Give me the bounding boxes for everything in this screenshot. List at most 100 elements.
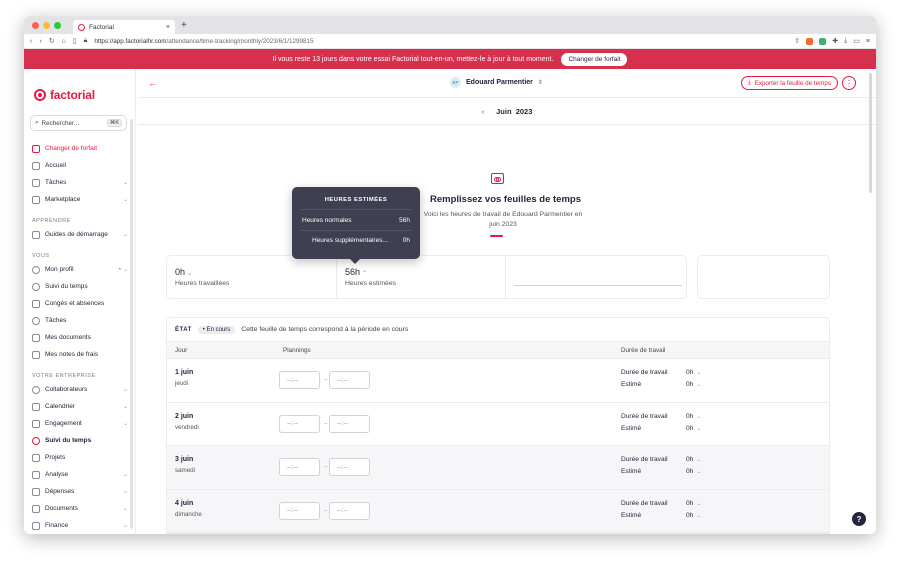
chevron-down-icon: ⌄	[696, 382, 701, 388]
lock-icon: 🔒︎	[83, 37, 88, 44]
chart-icon	[32, 470, 40, 479]
switch-chevrons-icon: ⇕	[537, 80, 543, 86]
end-time-input[interactable]: --:--	[329, 501, 370, 520]
stat-worked-hours[interactable]: 0h ⌄ Heures travaillées	[167, 256, 336, 298]
duration-value[interactable]: 0h ⌄	[686, 413, 701, 420]
sidebar-item-employees[interactable]: Collaborateurs ⌄	[24, 381, 135, 398]
sidebar-scrollbar[interactable]	[130, 119, 133, 529]
forward-icon[interactable]: ›	[39, 38, 41, 45]
change-plan-button[interactable]: Changer de forfait	[561, 52, 628, 66]
sidebar-item-finance[interactable]: Finance ⌄	[24, 517, 135, 534]
tab-bar: Factorial × +	[24, 16, 876, 34]
sidebar-item-my-profile[interactable]: Mon profil ◔ ⌄	[24, 261, 135, 278]
chevron-down-icon: ⌄	[122, 421, 128, 427]
start-time-input[interactable]: --:--	[279, 458, 320, 476]
duration-value[interactable]: 0h ⌄	[686, 456, 701, 463]
stat-value: 56h	[345, 267, 361, 277]
start-time-input[interactable]: --:--	[279, 371, 320, 389]
sidebar-item-my-time-tracking[interactable]: Suivi du temps	[24, 278, 135, 295]
sidebar-item-my-documents[interactable]: Mes documents	[24, 329, 135, 346]
sidebar-item-engagement[interactable]: Engagement ⌄	[24, 415, 135, 432]
close-window-button[interactable]	[32, 21, 39, 29]
stopwatch-icon	[32, 436, 40, 445]
more-options-icon[interactable]: ⋮	[842, 76, 856, 90]
share-icon[interactable]: ⇧	[794, 37, 800, 45]
sidebar-item-guides[interactable]: Guides de démarrage ⌄	[24, 226, 135, 243]
sidebar-item-time-tracking[interactable]: Suivi du temps	[24, 432, 135, 449]
sidebar-item-projects[interactable]: Projets	[24, 449, 135, 466]
sidebar-item-change-plan[interactable]: Changer de forfait	[24, 140, 135, 157]
estimated-value[interactable]: 0h ⌄	[686, 468, 701, 475]
reload-icon[interactable]: ↻	[49, 37, 55, 45]
receipt-icon	[32, 350, 40, 359]
sidebar-item-marketplace[interactable]: Marketplace ⌄	[24, 191, 135, 208]
export-timesheet-button[interactable]: ⤓ Exporter la feuille de temps	[740, 76, 838, 90]
browser-tab[interactable]: Factorial ×	[73, 20, 175, 34]
sidebar-item-label: Changer de forfait	[45, 145, 98, 152]
duration-value[interactable]: 0h ⌄	[686, 369, 701, 376]
employee-switcher[interactable]: EP Edouard Parmentier ⇕	[450, 77, 543, 88]
table-row: 3 juin samedi --:-- – --:-- Durée de tra…	[167, 446, 829, 490]
sidebar-item-label: Mes documents	[45, 334, 91, 341]
sidebar-item-home[interactable]: Accueil	[24, 157, 135, 174]
sidebar: factorial ⌕ Rechercher... ⌘K Changer de …	[24, 69, 136, 534]
factorial-logo[interactable]: factorial	[24, 69, 135, 107]
stat-estimated-hours[interactable]: 56h ⌃ Heures estimées	[336, 256, 505, 298]
end-time-input[interactable]: --:--	[329, 371, 370, 389]
back-icon[interactable]: ‹	[30, 38, 32, 45]
home-icon[interactable]: ⌂	[62, 38, 66, 45]
estimated-value[interactable]: 0h ⌄	[686, 381, 701, 388]
chevron-down-icon: ⌄	[122, 506, 128, 512]
sidebar-item-tasks[interactable]: Tâches ⌄	[24, 174, 135, 191]
sidebar-item-time-off[interactable]: Congés et absences	[24, 295, 135, 312]
table-row-partial: --:-- --:--	[167, 533, 829, 534]
menu-icon[interactable]: ≡	[866, 38, 870, 45]
start-time-input[interactable]: --:--	[279, 414, 320, 433]
zoom-window-button[interactable]	[54, 21, 61, 29]
current-month: Juin 2023	[496, 106, 533, 116]
url-field[interactable]: https://app.factorialhr.com/attendance/t…	[94, 38, 313, 45]
sidebar-item-my-tasks[interactable]: Tâches	[24, 312, 135, 329]
sidebar-item-documents[interactable]: Documents ⌄	[24, 500, 135, 517]
main-scrollbar[interactable]	[869, 73, 872, 193]
factorial-favicon-icon	[78, 23, 85, 31]
folder-icon	[32, 453, 40, 462]
estimated-value[interactable]: 0h ⌄	[686, 425, 701, 432]
range-dash: –	[324, 464, 328, 470]
sidebar-item-label: Dépenses	[45, 488, 75, 495]
help-icon[interactable]: ?	[852, 512, 866, 526]
new-tab-icon[interactable]: +	[181, 20, 187, 31]
chevron-down-icon: ⌄	[696, 457, 701, 463]
bookmark-icon[interactable]: ▯	[73, 37, 77, 45]
end-time-input[interactable]: --:--	[329, 458, 370, 476]
rocket-icon	[32, 144, 40, 153]
end-time-input[interactable]: --:--	[329, 414, 370, 433]
brave-shield-icon[interactable]	[806, 37, 814, 45]
stat-label: Heures travaillées	[175, 280, 230, 287]
estimated-label: Estimé	[621, 468, 642, 475]
documents-icon	[32, 504, 40, 513]
sidebar-toggle-icon[interactable]: ▭	[853, 37, 860, 45]
duration-value[interactable]: 0h ⌄	[686, 500, 701, 507]
start-time-input[interactable]: --:--	[279, 501, 320, 520]
minimize-window-button[interactable]	[43, 21, 50, 29]
search-input[interactable]: ⌕ Rechercher... ⌘K	[30, 115, 127, 131]
previous-month-icon[interactable]: ‹	[482, 107, 485, 116]
address-bar: ‹ › ↻ ⌂ ▯ 🔒︎ https://app.factorialhr.com…	[24, 34, 876, 49]
sidebar-item-label: Finance	[45, 522, 69, 529]
sidebar-item-my-expenses[interactable]: Mes notes de frais	[24, 346, 135, 363]
hero-divider	[490, 235, 503, 237]
clock-icon	[32, 282, 40, 291]
close-tab-icon[interactable]: ×	[166, 24, 170, 31]
back-arrow-icon[interactable]: ←	[148, 78, 157, 88]
sidebar-item-calendar[interactable]: Calendrier ⌄	[24, 398, 135, 415]
search-placeholder: Rechercher...	[41, 119, 79, 127]
estimated-value[interactable]: 0h ⌄	[686, 512, 701, 519]
extension-green-icon[interactable]	[819, 37, 827, 45]
tooltip-label: Heures supplémentaires...	[312, 237, 388, 244]
chevron-down-icon: ⌄	[696, 512, 701, 519]
sidebar-item-expenses[interactable]: Dépenses ⌄	[24, 483, 135, 500]
sidebar-item-analytics[interactable]: Analyse ⌄	[24, 466, 135, 483]
puzzle-icon[interactable]: ✚	[832, 37, 838, 45]
download-icon[interactable]: ⤓	[844, 37, 847, 45]
